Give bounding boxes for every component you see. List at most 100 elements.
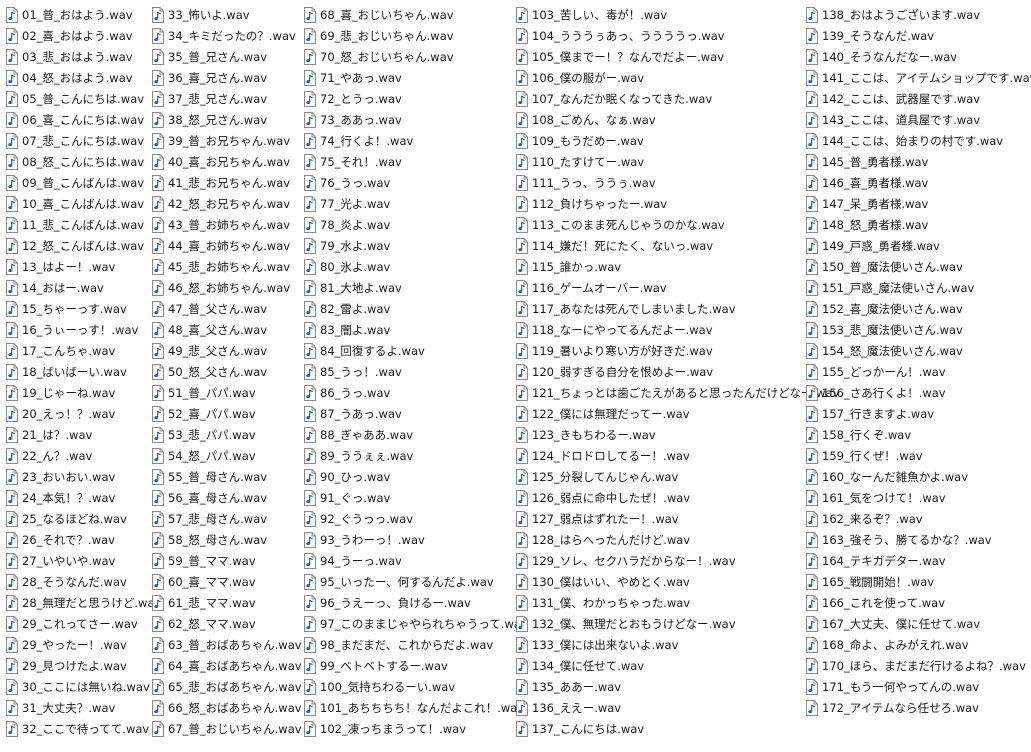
file-item[interactable]: 16_うぃーっす！.wav	[6, 319, 161, 340]
file-item[interactable]: 47_普_父さん.wav	[152, 298, 302, 319]
file-item[interactable]: 167_大丈夫、僕に任せて.wav	[806, 613, 1031, 634]
file-item[interactable]: 08_怒_こんにちは.wav	[6, 151, 161, 172]
file-item[interactable]: 92_ぐうっっ.wav	[304, 508, 528, 529]
file-item[interactable]: 168_命よ、よみがえれ.wav	[806, 634, 1031, 655]
file-item[interactable]: 75_それ！.wav	[304, 151, 528, 172]
file-item[interactable]: 69_悲_おじいちゃん.wav	[304, 25, 528, 46]
file-item[interactable]: 170_ほら、まだまだ行けるよね？.wav	[806, 655, 1031, 676]
file-item[interactable]: 153_悲_魔法使いさん.wav	[806, 319, 1031, 340]
file-item[interactable]: 38_怒_兄さん.wav	[152, 109, 302, 130]
file-item[interactable]: 132_僕、無理だとおもうけどなー.wav	[516, 613, 839, 634]
file-item[interactable]: 85_うっ！.wav	[304, 361, 528, 382]
file-item[interactable]: 77_光よ.wav	[304, 193, 528, 214]
file-item[interactable]: 24_本気！？.wav	[6, 487, 161, 508]
file-item[interactable]: 117_あなたは死んでしまいました.wav	[516, 298, 839, 319]
file-item[interactable]: 62_怒_ママ.wav	[152, 613, 302, 634]
file-item[interactable]: 148_怒_勇者様.wav	[806, 214, 1031, 235]
file-item[interactable]: 141_ここは、アイテムショップです.wav	[806, 67, 1031, 88]
file-item[interactable]: 166_これを使って.wav	[806, 592, 1031, 613]
file-item[interactable]: 158_行くぞ.wav	[806, 424, 1031, 445]
file-item[interactable]: 161_気をつけて！.wav	[806, 487, 1031, 508]
file-item[interactable]: 74_行くよ！.wav	[304, 130, 528, 151]
file-item[interactable]: 136_ええー.wav	[516, 697, 839, 718]
file-item[interactable]: 09_普_こんばんは.wav	[6, 172, 161, 193]
file-item[interactable]: 151_戸惑_魔法使いさん.wav	[806, 277, 1031, 298]
file-item[interactable]: 46_怒_お姉ちゃん.wav	[152, 277, 302, 298]
file-item[interactable]: 03_悲_おはよう.wav	[6, 46, 161, 67]
file-item[interactable]: 113_このまま死んじゃうのかな.wav	[516, 214, 839, 235]
file-item[interactable]: 157_行きますよ.wav	[806, 403, 1031, 424]
file-item[interactable]: 04_怒_おはよう.wav	[6, 67, 161, 88]
file-item[interactable]: 139_そうなんだ.wav	[806, 25, 1031, 46]
file-item[interactable]: 97_このままじゃやられちゃうって.wav	[304, 613, 528, 634]
file-item[interactable]: 96_うえーっ、負けるー.wav	[304, 592, 528, 613]
file-item[interactable]: 172_アイテムなら任せろ.wav	[806, 697, 1031, 718]
file-item[interactable]: 22_ん？.wav	[6, 445, 161, 466]
file-item[interactable]: 76_うっ.wav	[304, 172, 528, 193]
file-item[interactable]: 131_僕、わかっちゃった.wav	[516, 592, 839, 613]
file-item[interactable]: 129_ソレ、セクハラだからなー！.wav	[516, 550, 839, 571]
file-item[interactable]: 162_来るぞ？.wav	[806, 508, 1031, 529]
file-item[interactable]: 100_気持ちわるーい.wav	[304, 676, 528, 697]
file-item[interactable]: 50_怒_父さん.wav	[152, 361, 302, 382]
file-item[interactable]: 70_怒_おじいちゃん.wav	[304, 46, 528, 67]
file-item[interactable]: 121_ちょっとは歯ごたえがあると思ったんだけどなー.wav	[516, 382, 839, 403]
file-item[interactable]: 171_もう一何やってんの.wav	[806, 676, 1031, 697]
file-item[interactable]: 45_悲_お姉ちゃん.wav	[152, 256, 302, 277]
file-item[interactable]: 146_喜_勇者様.wav	[806, 172, 1031, 193]
file-item[interactable]: 23_おいおい.wav	[6, 466, 161, 487]
file-item[interactable]: 39_普_お兄ちゃん.wav	[152, 130, 302, 151]
file-item[interactable]: 165_戦闘開始！.wav	[806, 571, 1031, 592]
file-item[interactable]: 115_誰かっ.wav	[516, 256, 839, 277]
file-item[interactable]: 88_ぎゃああ.wav	[304, 424, 528, 445]
file-item[interactable]: 164_テキガデター.wav	[806, 550, 1031, 571]
file-item[interactable]: 118_なーにやってるんだよー.wav	[516, 319, 839, 340]
file-item[interactable]: 150_普_魔法使いさん.wav	[806, 256, 1031, 277]
file-item[interactable]: 155_どっかーん！.wav	[806, 361, 1031, 382]
file-item[interactable]: 35_普_兄さん.wav	[152, 46, 302, 67]
file-item[interactable]: 32_ここで待ってて.wav	[6, 718, 161, 739]
file-item[interactable]: 152_喜_魔法使いさん.wav	[806, 298, 1031, 319]
file-item[interactable]: 29_見つけたよ.wav	[6, 655, 161, 676]
file-item[interactable]: 56_喜_母さん.wav	[152, 487, 302, 508]
file-item[interactable]: 34_キミだったの？.wav	[152, 25, 302, 46]
file-item[interactable]: 130_僕はいい、やめとく.wav	[516, 571, 839, 592]
file-item[interactable]: 126_弱点に命中したぜ！.wav	[516, 487, 839, 508]
file-item[interactable]: 145_普_勇者様.wav	[806, 151, 1031, 172]
file-item[interactable]: 99_ベトベトするー.wav	[304, 655, 528, 676]
file-item[interactable]: 43_普_お姉ちゃん.wav	[152, 214, 302, 235]
file-item[interactable]: 106_僕の服がー.wav	[516, 67, 839, 88]
file-item[interactable]: 80_氷よ.wav	[304, 256, 528, 277]
file-item[interactable]: 124_ドロドロしてるー！.wav	[516, 445, 839, 466]
file-item[interactable]: 116_ゲームオーバー.wav	[516, 277, 839, 298]
file-item[interactable]: 31_大丈夫？.wav	[6, 697, 161, 718]
file-item[interactable]: 12_怒_こんばんは.wav	[6, 235, 161, 256]
file-item[interactable]: 28_そうなんだ.wav	[6, 571, 161, 592]
file-item[interactable]: 05_普_こんにちは.wav	[6, 88, 161, 109]
file-item[interactable]: 52_喜_パパ.wav	[152, 403, 302, 424]
file-item[interactable]: 103_苦しい、毒が！.wav	[516, 4, 839, 25]
file-item[interactable]: 156_さあ行くよ！.wav	[806, 382, 1031, 403]
file-item[interactable]: 154_怒_魔法使いさん.wav	[806, 340, 1031, 361]
file-item[interactable]: 40_喜_お兄ちゃん.wav	[152, 151, 302, 172]
file-item[interactable]: 112_負けちゃったー.wav	[516, 193, 839, 214]
file-item[interactable]: 86_うっ.wav	[304, 382, 528, 403]
file-item[interactable]: 101_あちちちち！なんだよこれ！.wav	[304, 697, 528, 718]
file-item[interactable]: 29_これってさー.wav	[6, 613, 161, 634]
file-item[interactable]: 71_やあっ.wav	[304, 67, 528, 88]
file-item[interactable]: 54_怒_パパ.wav	[152, 445, 302, 466]
file-item[interactable]: 51_普_パパ.wav	[152, 382, 302, 403]
file-item[interactable]: 10_喜_こんばんは.wav	[6, 193, 161, 214]
file-item[interactable]: 26_それで？.wav	[6, 529, 161, 550]
file-item[interactable]: 67_普_おじいちゃん.wav	[152, 718, 302, 739]
file-item[interactable]: 63_普_おばあちゃん.wav	[152, 634, 302, 655]
file-item[interactable]: 33_怖いよ.wav	[152, 4, 302, 25]
file-item[interactable]: 159_行くぜ！.wav	[806, 445, 1031, 466]
file-item[interactable]: 57_悲_母さん.wav	[152, 508, 302, 529]
file-item[interactable]: 07_悲_こんにちは.wav	[6, 130, 161, 151]
file-item[interactable]: 111_うっ、ううぅ.wav	[516, 172, 839, 193]
file-item[interactable]: 108_ごめん、なぁ.wav	[516, 109, 839, 130]
file-item[interactable]: 30_ここには無いね.wav	[6, 676, 161, 697]
file-item[interactable]: 135_ああー.wav	[516, 676, 839, 697]
file-item[interactable]: 61_悲_ママ.wav	[152, 592, 302, 613]
